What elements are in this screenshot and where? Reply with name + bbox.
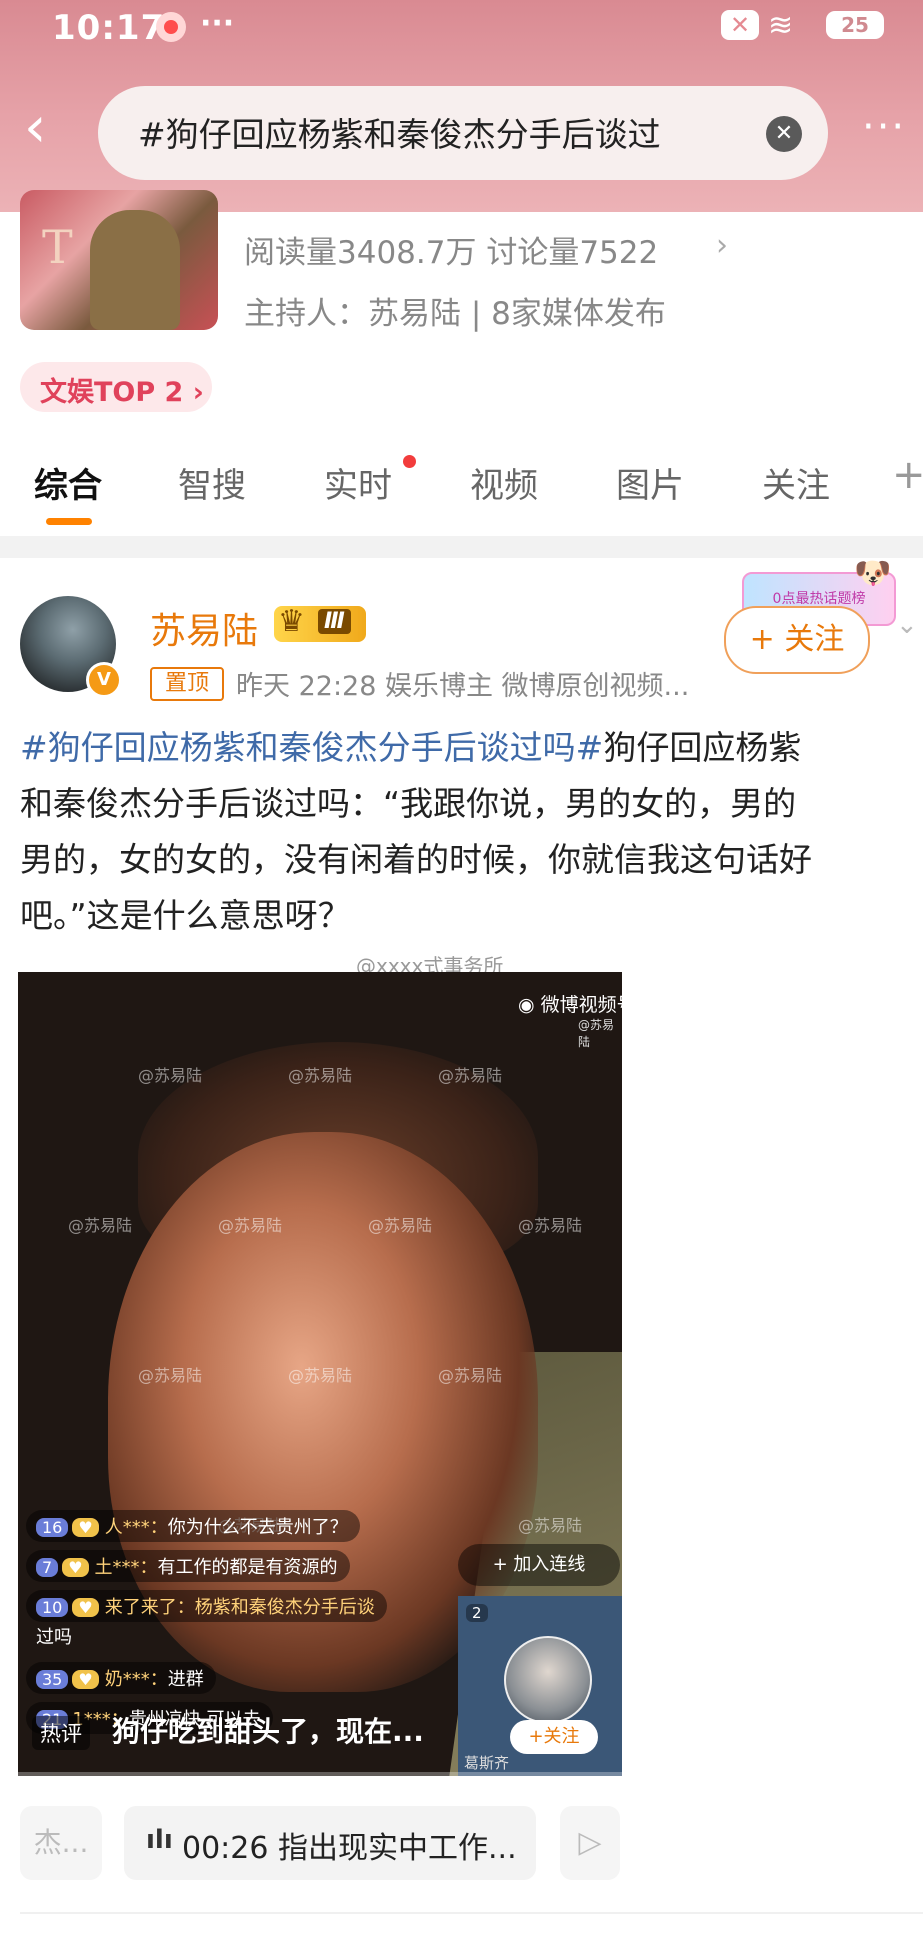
- hot-comment-text[interactable]: 狗仔吃到甜头了，现在...: [112, 1710, 424, 1750]
- tab-zonghe[interactable]: 综合: [34, 458, 102, 507]
- header-bar: 10:17 ··· ✕ ≋ 25 ‹ #狗仔回应杨紫和秦俊杰分手后谈过 ✕ ··…: [0, 0, 923, 212]
- video-player[interactable]: ◉ 微博视频号 @苏易陆 @苏易陆 @苏易陆 @苏易陆 @苏易陆 @苏易陆 @苏…: [18, 972, 622, 1776]
- dog-mascot-icon: 🐶: [854, 556, 892, 591]
- post-text[interactable]: #狗仔回应杨紫和秦俊杰分手后谈过吗#狗仔回应杨紫 和秦俊杰分手后谈过吗：“我跟你…: [20, 720, 923, 944]
- video-watermark: @苏易陆: [368, 1216, 433, 1235]
- post-body-line3: 男的，女的女的，没有闲着的时候，你就信我这句话好: [20, 840, 812, 879]
- clear-icon[interactable]: ✕: [766, 116, 802, 152]
- topic-thumbnail[interactable]: T: [20, 190, 218, 330]
- video-watermark: @苏易陆: [438, 1066, 503, 1085]
- audio-chip[interactable]: ılı 00:26 指出现实中工作...: [124, 1806, 536, 1880]
- hashtag-link[interactable]: #狗仔回应杨紫和秦俊杰分手后谈过吗#: [20, 728, 603, 767]
- verified-icon: V: [86, 662, 122, 698]
- section-divider: [0, 536, 923, 558]
- rank-label: 文娱TOP 2 ›: [40, 377, 204, 408]
- pip-name: 葛斯齐: [464, 1754, 510, 1772]
- video-watermark: @苏易陆: [518, 1216, 583, 1235]
- add-tab-icon[interactable]: +: [892, 452, 923, 498]
- post-meta: 昨天 22:28 娱乐博主 微博原创视频...: [236, 671, 690, 702]
- topic-stats[interactable]: 阅读量3408.7万 讨论量7522: [244, 227, 658, 272]
- tab-tupian[interactable]: 图片: [616, 458, 684, 507]
- video-watermark: @苏易陆: [218, 1216, 283, 1235]
- weibo-video-sub: @苏易陆: [578, 1018, 615, 1049]
- status-more-icon: ···: [200, 6, 235, 41]
- wifi-icon: ≋: [768, 8, 794, 43]
- video-progress-bar[interactable]: [18, 1772, 622, 1776]
- pip-follow-button[interactable]: +关注: [510, 1720, 598, 1754]
- weibo-video-brand: ◉ 微博视频号: [518, 994, 622, 1016]
- video-watermark: @苏易陆: [288, 1366, 353, 1385]
- live-comment: 10 ♥ 来了来了：杨紫和秦俊杰分手后谈: [26, 1590, 387, 1622]
- sim-off-icon: ✕: [721, 10, 759, 40]
- back-arrow-icon[interactable]: ‹: [24, 100, 74, 160]
- live-comment: 35 ♥ 奶***：进群: [26, 1662, 216, 1694]
- hot-comment-label: 热评: [32, 1716, 90, 1750]
- video-watermark: @苏易陆: [288, 1066, 353, 1085]
- topic-host: 主持人：苏易陆 | 8家媒体发布: [244, 296, 666, 332]
- post-body-line2: 和秦俊杰分手后谈过吗：“我跟你说，男的女的，男的: [20, 784, 797, 823]
- video-watermark: @苏易陆: [68, 1216, 133, 1235]
- video-watermark: @苏易陆: [518, 1516, 583, 1535]
- thumbnail-figure: [90, 210, 180, 330]
- vip-level: Ⅲ: [318, 609, 351, 634]
- live-comment: 16 ♥ 人***：你为什么不去贵州了？: [26, 1510, 360, 1542]
- crown-icon: ♛: [278, 604, 305, 639]
- search-fade: [658, 96, 748, 170]
- join-connection-button[interactable]: + 加入连线: [458, 1544, 620, 1586]
- battery-indicator: 25: [826, 11, 884, 39]
- pip-avatar[interactable]: [504, 1636, 592, 1724]
- rank-badge[interactable]: 文娱TOP 2 ›: [20, 362, 212, 412]
- recording-icon: [156, 12, 186, 42]
- chevron-right-icon[interactable]: ›: [716, 228, 728, 263]
- audio-wave-icon: ılı: [146, 1825, 173, 1855]
- audio-chip-prev[interactable]: 杰...: [20, 1806, 102, 1880]
- pip-count-badge: 2: [466, 1604, 488, 1622]
- play-icon[interactable]: ▷: [560, 1806, 620, 1880]
- post-body-line4: 吧。”这是什么意思呀？: [20, 896, 351, 935]
- status-time: 10:17: [52, 8, 166, 48]
- follow-button[interactable]: + 关注: [724, 606, 870, 674]
- tab-active-indicator: [46, 518, 92, 525]
- more-options-icon[interactable]: ···: [862, 104, 906, 150]
- pip-window[interactable]: 2 +关注 葛斯齐: [458, 1596, 622, 1776]
- chevron-down-icon[interactable]: ⌄: [896, 610, 918, 640]
- author-name[interactable]: 苏易陆: [150, 602, 258, 654]
- pinned-badge: 置顶: [150, 667, 224, 701]
- video-watermark: @苏易陆: [438, 1366, 503, 1385]
- tab-shishi[interactable]: 实时: [324, 458, 392, 507]
- video-watermark: @苏易陆: [138, 1366, 203, 1385]
- search-input[interactable]: #狗仔回应杨紫和秦俊杰分手后谈过 ✕: [98, 86, 828, 180]
- live-comment-continued: 过吗: [36, 1627, 72, 1648]
- post-body-line1: 狗仔回应杨紫: [603, 728, 802, 767]
- new-dot-badge: [403, 455, 416, 468]
- search-query[interactable]: #狗仔回应杨紫和秦俊杰分手后谈过: [138, 108, 718, 156]
- tab-guanzhu[interactable]: 关注: [762, 458, 830, 507]
- live-comment: 7 ♥ 土***：有工作的都是有资源的: [26, 1550, 350, 1582]
- tab-zhisou[interactable]: 智搜: [178, 458, 246, 507]
- tab-shipin[interactable]: 视频: [470, 458, 538, 507]
- vip-badge[interactable]: ♛ Ⅲ: [274, 604, 366, 642]
- video-watermark: @苏易陆: [138, 1066, 203, 1085]
- audio-label: 00:26 指出现实中工作...: [182, 1831, 517, 1866]
- bottom-divider: [20, 1912, 923, 1914]
- thumbnail-letter: T: [42, 220, 73, 274]
